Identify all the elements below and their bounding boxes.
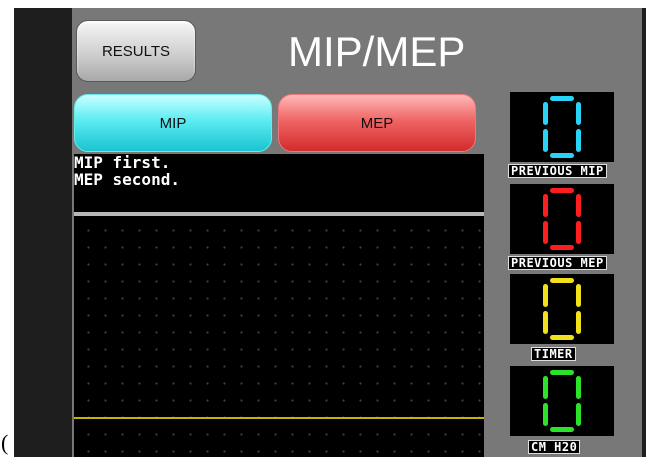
digit-segment [576,194,581,217]
digit-segment [543,129,548,152]
digit-segment [550,427,574,432]
digit-segment [550,245,574,250]
digit-segment [576,311,581,334]
instruction-line-1: MIP first. [74,153,171,172]
digit-segment [543,376,548,399]
previous-mep-digit [543,188,581,250]
results-button[interactable]: RESULTS [76,20,196,82]
graph-baseline [74,417,484,419]
cm-h2o-digit [543,370,581,432]
digit-segment [550,278,574,283]
digit-segment [576,376,581,399]
digit-segment [543,311,548,334]
digit-segment [550,153,574,158]
timer-label: TIMER [531,347,576,361]
digit-segment [550,335,574,340]
digit-segment [543,102,548,125]
previous-mip-display [510,92,614,162]
digit-segment [576,102,581,125]
digit-segment [550,370,574,375]
timer-digit [543,278,581,340]
previous-mip-label: PREVIOUS MIP [508,164,607,178]
mep-button[interactable]: MEP [278,94,476,152]
timer-display [510,274,614,344]
screen: RESULTS MIP/MEP MIP MEP MIP first. MEP s… [72,8,642,457]
digit-segment [543,221,548,244]
cm-h2o-label: CM H20 [528,440,581,454]
mip-button[interactable]: MIP [74,94,272,152]
digit-segment [543,194,548,217]
cm-h2o-display [510,366,614,436]
instruction-line-2: MEP second. [74,170,180,189]
device-frame: RESULTS MIP/MEP MIP MEP MIP first. MEP s… [14,8,646,457]
previous-mep-display [510,184,614,254]
digit-segment [576,284,581,307]
instruction-box: MIP first. MEP second. [74,154,484,212]
digit-segment [576,403,581,426]
digit-segment [543,284,548,307]
stray-character: ( [1,430,9,455]
previous-mep-label: PREVIOUS MEP [508,256,607,270]
digit-segment [550,188,574,193]
digit-segment [576,221,581,244]
digit-segment [550,96,574,101]
pressure-graph [74,216,484,457]
digit-segment [543,403,548,426]
digit-segment [576,129,581,152]
page-title: MIP/MEP [288,28,466,75]
previous-mip-digit [543,96,581,158]
